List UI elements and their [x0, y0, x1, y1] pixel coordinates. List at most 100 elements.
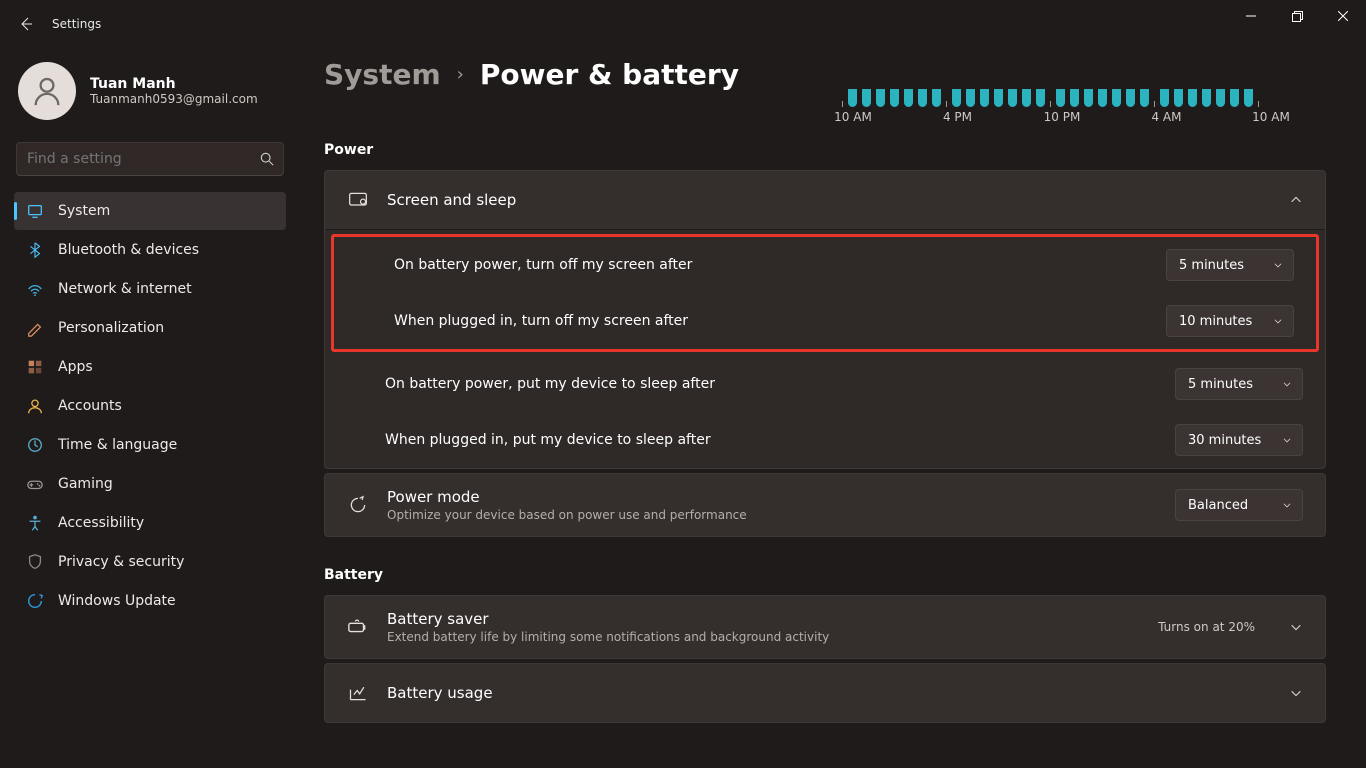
nav-icon — [26, 202, 44, 220]
chart-time-label: 10 AM — [1246, 110, 1296, 124]
chart-time-label: 10 AM — [828, 110, 878, 124]
nav-label: Network & internet — [58, 281, 192, 297]
chart-bar — [932, 89, 941, 107]
sidebar-item-accounts[interactable]: Accounts — [14, 387, 286, 425]
sidebar-item-accessibility[interactable]: Accessibility — [14, 504, 286, 542]
chart-bar — [1244, 89, 1253, 107]
app-title: Settings — [52, 17, 101, 31]
chart-tick — [1154, 101, 1155, 107]
chart-bar — [904, 89, 913, 107]
chart-time-label: 4 PM — [933, 110, 983, 124]
nav-label: Accessibility — [58, 515, 144, 531]
setting-label: When plugged in, turn off my screen afte… — [394, 313, 1166, 329]
power-mode-dropdown[interactable]: Balanced — [1175, 489, 1303, 521]
user-email: Tuanmanh0593@gmail.com — [90, 92, 258, 106]
chart-bar — [918, 89, 927, 107]
maximize-icon — [1292, 11, 1303, 22]
chart-bar — [1098, 89, 1107, 107]
screen-off-plugged-row: When plugged in, turn off my screen afte… — [334, 293, 1316, 349]
battery-saver-card: Battery saver Extend battery life by lim… — [324, 595, 1326, 659]
setting-label: On battery power, turn off my screen aft… — [394, 257, 1166, 273]
battery-saver-title: Battery saver — [387, 610, 829, 628]
search-icon — [260, 152, 274, 166]
nav-label: Time & language — [58, 437, 177, 453]
battery-usage-row[interactable]: Battery usage — [325, 664, 1325, 722]
back-button[interactable] — [6, 4, 46, 44]
screen-off-plugged-dropdown[interactable]: 10 minutes — [1166, 305, 1294, 337]
nav-icon — [26, 241, 44, 259]
maximize-button[interactable] — [1274, 0, 1320, 32]
chart-bar — [1174, 89, 1183, 107]
power-mode-icon — [347, 494, 369, 516]
chevron-down-icon — [1282, 500, 1292, 510]
user-name: Tuan Manh — [90, 76, 258, 92]
power-mode-subtitle: Optimize your device based on power use … — [387, 508, 747, 522]
nav-label: Apps — [58, 359, 93, 375]
chart-bar — [980, 89, 989, 107]
chart-bar — [876, 89, 885, 107]
screen-and-sleep-title: Screen and sleep — [387, 191, 516, 209]
close-icon — [1338, 11, 1348, 21]
chevron-down-icon — [1282, 379, 1292, 389]
battery-saver-hint: Turns on at 20% — [1158, 620, 1255, 634]
sidebar-item-gaming[interactable]: Gaming — [14, 465, 286, 503]
arrow-left-icon — [18, 16, 34, 32]
sleep-battery-dropdown[interactable]: 5 minutes — [1175, 368, 1303, 400]
screen-off-battery-dropdown[interactable]: 5 minutes — [1166, 249, 1294, 281]
chart-bar — [1160, 89, 1169, 107]
power-mode-card: Power mode Optimize your device based on… — [324, 473, 1326, 537]
battery-level-chart[interactable]: 10 AM4 PM10 PM4 AM10 AM — [842, 89, 1326, 124]
sleep-plugged-dropdown[interactable]: 30 minutes — [1175, 424, 1303, 456]
chart-bar — [1126, 89, 1135, 107]
search-input[interactable] — [16, 142, 284, 176]
screen-icon — [347, 189, 369, 211]
breadcrumb-parent[interactable]: System — [324, 58, 441, 91]
chart-bar — [1216, 89, 1225, 107]
chart-bar — [1036, 89, 1045, 107]
setting-label: On battery power, put my device to sleep… — [385, 376, 1175, 392]
setting-label: When plugged in, put my device to sleep … — [385, 432, 1175, 448]
user-block[interactable]: Tuan Manh Tuanmanh0593@gmail.com — [14, 56, 286, 132]
chart-tick — [1258, 101, 1259, 107]
chevron-down-icon — [1273, 260, 1283, 270]
sidebar-item-bluetooth-devices[interactable]: Bluetooth & devices — [14, 231, 286, 269]
power-section-title: Power — [324, 142, 1326, 158]
nav: System Bluetooth & devices Network & inter… — [14, 192, 286, 620]
sleep-plugged-row: When plugged in, put my device to sleep … — [325, 412, 1325, 468]
chevron-down-icon — [1289, 686, 1303, 700]
chart-bar — [1112, 89, 1121, 107]
sidebar-item-privacy-security[interactable]: Privacy & security — [14, 543, 286, 581]
minimize-button[interactable] — [1228, 0, 1274, 32]
battery-saver-icon — [347, 616, 369, 638]
close-button[interactable] — [1320, 0, 1366, 32]
chart-bar — [1056, 89, 1065, 107]
sidebar-item-time-language[interactable]: Time & language — [14, 426, 286, 464]
power-mode-row[interactable]: Power mode Optimize your device based on… — [325, 474, 1325, 536]
content: System › Power & battery 10 AM4 PM10 PM4… — [300, 48, 1366, 768]
sleep-battery-row: On battery power, put my device to sleep… — [325, 356, 1325, 412]
sidebar-item-windows-update[interactable]: Windows Update — [14, 582, 286, 620]
nav-label: Bluetooth & devices — [58, 242, 199, 258]
nav-icon — [26, 592, 44, 610]
chevron-down-icon — [1289, 620, 1303, 634]
sidebar-item-apps[interactable]: Apps — [14, 348, 286, 386]
chart-bar — [1230, 89, 1239, 107]
battery-saver-row[interactable]: Battery saver Extend battery life by lim… — [325, 596, 1325, 658]
sidebar-item-network-internet[interactable]: Network & internet — [14, 270, 286, 308]
chart-tick — [946, 101, 947, 107]
screen-off-battery-row: On battery power, turn off my screen aft… — [334, 237, 1316, 293]
chart-bar — [1008, 89, 1017, 107]
nav-icon — [26, 553, 44, 571]
battery-section-title: Battery — [324, 567, 1326, 583]
sidebar-item-system[interactable]: System — [14, 192, 286, 230]
sidebar: Tuan Manh Tuanmanh0593@gmail.com System B… — [0, 48, 300, 768]
page-title: Power & battery — [480, 58, 739, 91]
nav-icon — [26, 280, 44, 298]
sidebar-item-personalization[interactable]: Personalization — [14, 309, 286, 347]
chevron-up-icon — [1289, 193, 1303, 207]
chart-bar — [1188, 89, 1197, 107]
chart-tick — [1050, 101, 1051, 107]
screen-and-sleep-header[interactable]: Screen and sleep — [325, 171, 1325, 229]
nav-icon — [26, 436, 44, 454]
instruction-highlight: On battery power, turn off my screen aft… — [331, 234, 1319, 352]
